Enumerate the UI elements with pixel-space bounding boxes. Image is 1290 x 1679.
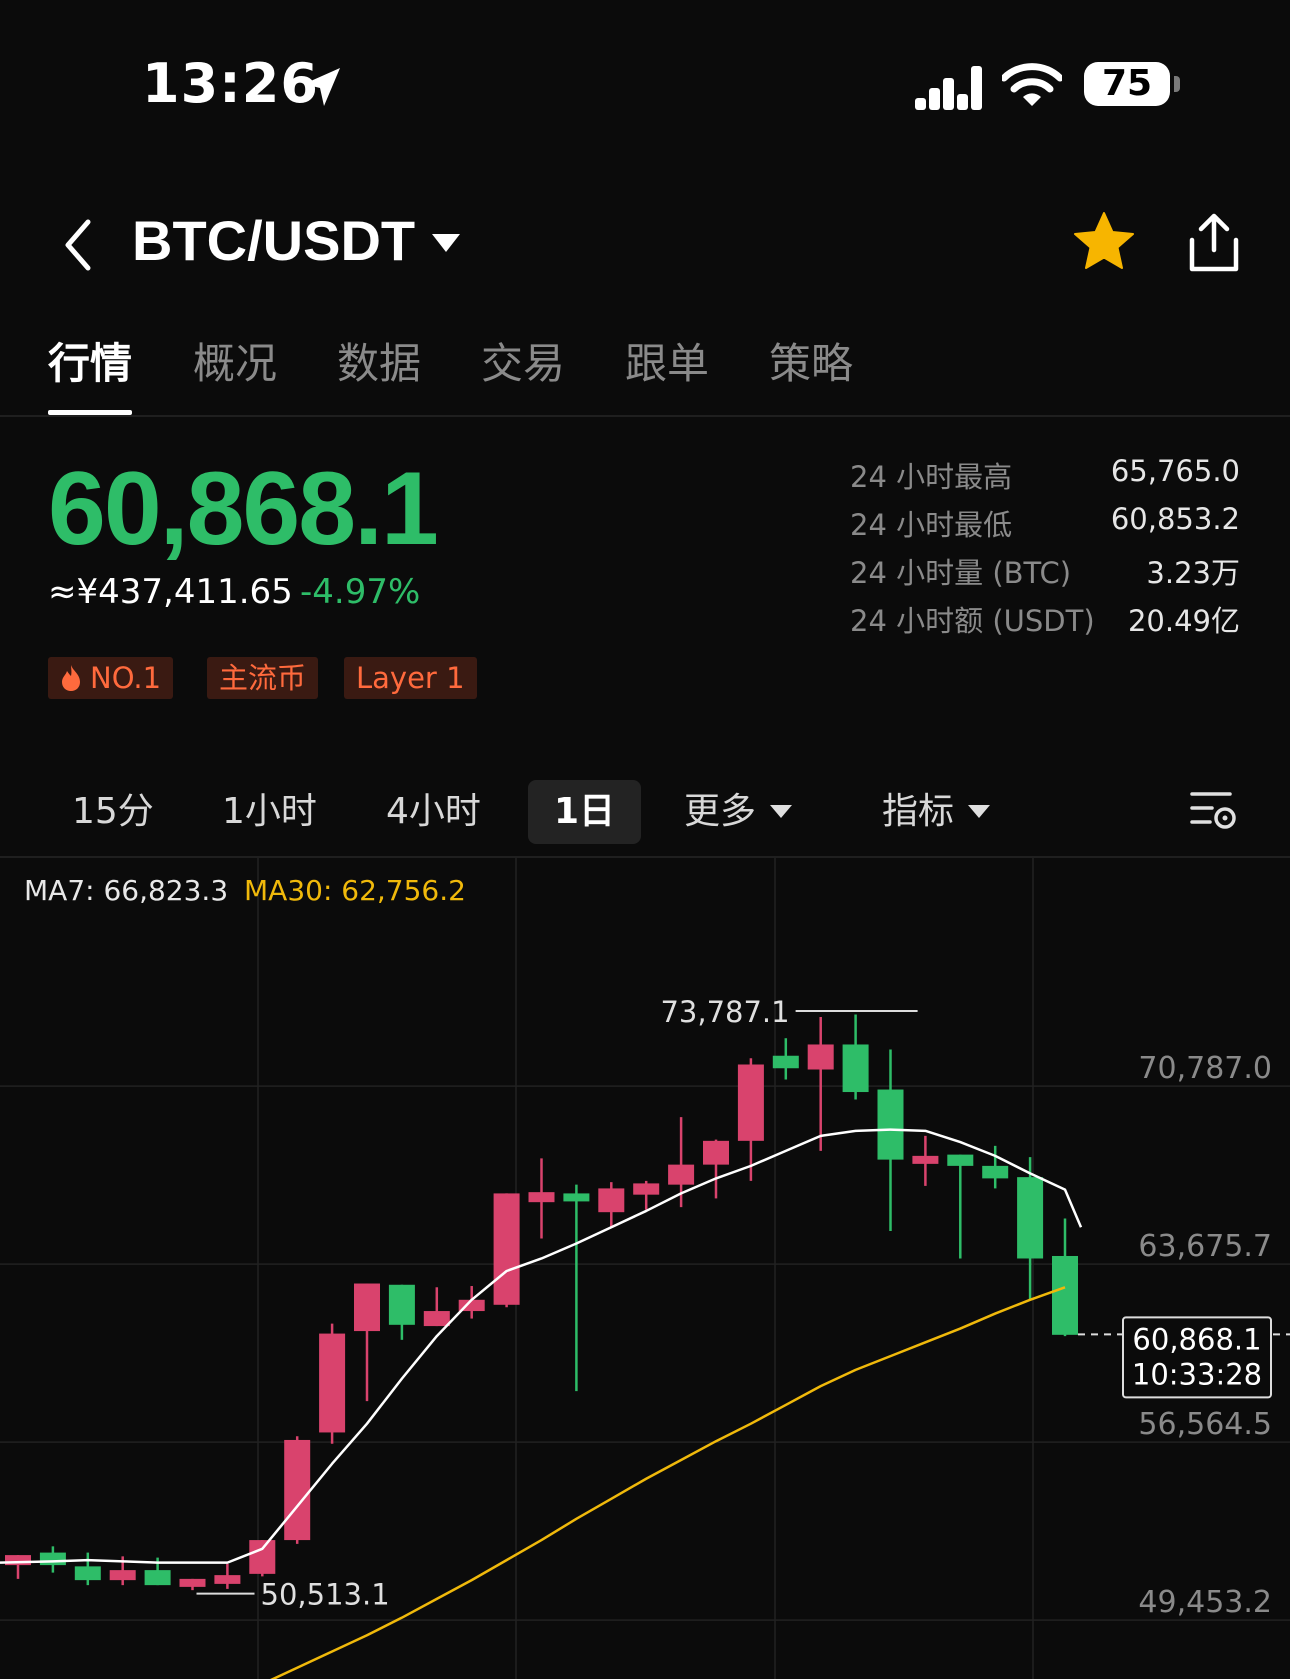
- candle-body: [772, 1055, 799, 1069]
- y-tick-label: 63,675.7: [1138, 1229, 1272, 1264]
- current-price-label: 60,868.1: [1132, 1322, 1261, 1356]
- candle-body: [249, 1540, 276, 1574]
- tab-overview[interactable]: 概况: [193, 330, 277, 391]
- more-caret-icon: [770, 804, 793, 818]
- y-tick-label: 56,564.5: [1138, 1407, 1272, 1442]
- tab-strategy[interactable]: 策略: [769, 330, 853, 391]
- y-tick-label: 70,787.0: [1138, 1051, 1272, 1086]
- rank-badge[interactable]: NO.1: [48, 657, 174, 699]
- candlestick-chart[interactable]: 70,787.0 63,675.7 56,564.5 49,453.2 73,787.1…: [0, 858, 1290, 1679]
- stat-value-24h-volume: 3.23万: [1146, 556, 1240, 590]
- candle-body: [423, 1311, 450, 1327]
- candle-body: [912, 1155, 939, 1164]
- candle-body: [284, 1439, 311, 1541]
- layer1-badge[interactable]: Layer 1: [344, 657, 477, 699]
- candle-body: [388, 1284, 415, 1325]
- candle-body: [633, 1183, 660, 1195]
- candle-body: [144, 1570, 171, 1586]
- min-price-label: 50,513.1: [261, 1578, 390, 1612]
- interval-4h[interactable]: 4小时: [386, 780, 481, 844]
- interval-1d[interactable]: 1日: [528, 780, 642, 844]
- stat-label-24h-volume: 24 小时量 (BTC): [850, 556, 1072, 590]
- ma7-legend: MA7: 66,823.3: [24, 874, 229, 907]
- candle-body: [947, 1154, 974, 1166]
- interval-more-dropdown[interactable]: 更多: [684, 780, 793, 844]
- candle-body: [668, 1164, 695, 1185]
- candle-body: [179, 1578, 206, 1587]
- indicators-dropdown[interactable]: 指标: [882, 780, 991, 844]
- stat-value-24h-low: 60,853.2: [1110, 502, 1240, 536]
- wifi-icon: [1002, 63, 1062, 106]
- candle-body: [214, 1575, 241, 1584]
- last-price: 60,868.1: [48, 451, 439, 567]
- status-time: 13:26: [142, 52, 319, 115]
- candle-body: [319, 1333, 346, 1433]
- fire-icon: [62, 665, 80, 691]
- location-arrow-icon: [304, 68, 340, 106]
- candle-body: [598, 1188, 625, 1213]
- mainstream-coin-badge[interactable]: 主流币: [207, 657, 319, 699]
- indicators-label: 指标: [882, 791, 955, 832]
- stat-value-24h-high: 65,765.0: [1110, 454, 1240, 488]
- interval-more-label: 更多: [684, 791, 757, 832]
- battery-indicator: 75: [1084, 62, 1180, 108]
- candle-body: [354, 1283, 380, 1332]
- interval-15m[interactable]: 15分: [72, 780, 154, 844]
- max-price-label: 73,787.1: [660, 995, 789, 1029]
- y-tick-label: 49,453.2: [1138, 1585, 1272, 1620]
- cellular-signal-icon: [915, 66, 982, 110]
- price-change-percent: -4.97%: [300, 572, 421, 612]
- candle-body: [528, 1192, 555, 1203]
- ma30-legend: MA30: 62,756.2: [244, 874, 466, 907]
- stat-label-24h-low: 24 小时最低: [850, 508, 1013, 542]
- indicators-caret-icon: [968, 804, 991, 818]
- share-icon[interactable]: [1186, 212, 1242, 274]
- rank-badge-label: NO.1: [90, 661, 162, 695]
- stat-value-24h-turnover: 20.49亿: [1127, 604, 1240, 638]
- tab-market[interactable]: 行情: [48, 330, 132, 391]
- tab-trade[interactable]: 交易: [481, 330, 565, 391]
- current-time-label: 10:33:28: [1132, 1357, 1262, 1391]
- candle-body: [737, 1064, 764, 1141]
- candle-body: [1017, 1177, 1044, 1259]
- candle-body: [493, 1193, 520, 1305]
- candle-body: [877, 1089, 904, 1160]
- candle-body: [982, 1165, 1009, 1179]
- chart-settings-icon[interactable]: [1190, 788, 1238, 832]
- candle-body: [109, 1570, 136, 1581]
- candle-body: [563, 1193, 590, 1202]
- candle-body: [74, 1566, 101, 1581]
- candle-body: [1052, 1255, 1078, 1335]
- stat-label-24h-turnover: 24 小时额 (USDT): [850, 604, 1095, 638]
- battery-level: 75: [1101, 63, 1153, 104]
- candle-body: [842, 1044, 869, 1093]
- favorite-star-icon[interactable]: [1072, 210, 1136, 272]
- tabs-divider: [0, 415, 1290, 417]
- candle-body: [807, 1044, 834, 1070]
- stat-label-24h-high: 24 小时最高: [850, 460, 1013, 494]
- candle-body: [39, 1552, 66, 1566]
- pair-dropdown-caret-icon[interactable]: [430, 232, 462, 254]
- candle-body: [703, 1140, 729, 1165]
- tab-copy-trading[interactable]: 跟单: [625, 330, 709, 391]
- cny-equivalent-price: ≈¥437,411.65: [48, 572, 293, 612]
- tab-data[interactable]: 数据: [337, 330, 421, 391]
- interval-1h[interactable]: 1小时: [222, 780, 317, 844]
- pair-title[interactable]: BTC/USDT: [132, 208, 415, 273]
- back-chevron-icon[interactable]: [56, 210, 106, 280]
